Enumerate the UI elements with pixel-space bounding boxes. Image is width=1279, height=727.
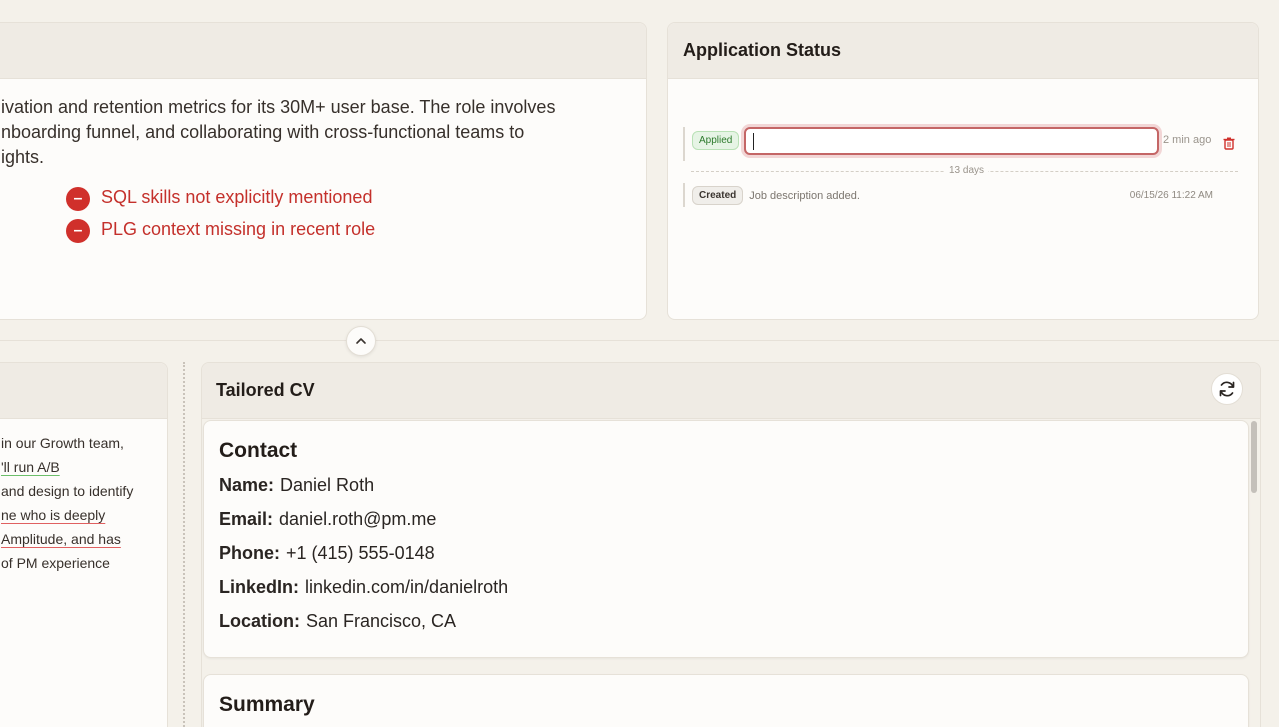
job-summary-line: ivation and retention metrics for its 30… (1, 97, 556, 117)
application-status-header: Application Status (668, 23, 1258, 79)
timeline-bar (683, 127, 685, 161)
field-value: San Francisco, CA (306, 611, 457, 631)
highlight-gap: ne who is deeply (1, 507, 106, 523)
created-timestamp: 06/15/26 11:22 AM (1129, 190, 1213, 201)
minus-circle-icon: – (66, 187, 90, 211)
description-line: in our Growth team, (1, 435, 124, 451)
concern-text: PLG context missing in recent role (101, 218, 376, 239)
highlight-gap: Amplitude, and has (1, 531, 121, 547)
job-summary-line: ights. (1, 147, 45, 167)
contact-name: Name: Daniel Roth (219, 475, 374, 496)
created-badge: Created (692, 186, 744, 205)
description-line: 'll run A/B (1, 455, 133, 479)
concern-text: SQL skills not explicitly mentioned (101, 186, 373, 207)
refresh-icon (1219, 381, 1235, 397)
cv-contact-section: Contact Name: Daniel Roth Email: daniel.ro… (203, 420, 1249, 658)
field-label: Name: (219, 475, 275, 495)
regenerate-button[interactable] (1211, 373, 1243, 405)
job-summary-line: nboarding funnel, and collaborating with… (1, 122, 525, 142)
field-value: +1 (415) 555-0148 (286, 543, 435, 563)
concern-item: – PLG context missing in recent role (66, 213, 375, 245)
field-label: Location: (219, 611, 300, 631)
job-description-text: in our Growth team, 'll run A/B and desi… (1, 431, 133, 575)
created-note: Job description added. (749, 189, 860, 202)
field-label: Phone: (219, 543, 280, 563)
highlight-match: 'll run A/B (1, 459, 60, 475)
status-note-input[interactable] (744, 127, 1159, 155)
trash-icon[interactable] (1223, 137, 1235, 150)
collapse-button[interactable] (346, 326, 376, 356)
text-caret (753, 133, 754, 150)
description-line: ne who is deeply (1, 503, 133, 527)
concerns-list: – SQL skills not explicitly mentioned – … (66, 181, 375, 245)
description-line: of PM experience (1, 555, 110, 571)
field-value: daniel.roth@pm.me (279, 509, 437, 529)
job-summary-text: ivation and retention metrics for its 30… (1, 95, 631, 170)
field-value: linkedin.com/in/danielroth (305, 577, 509, 597)
section-separator (0, 340, 1279, 341)
application-status-title: Application Status (683, 40, 842, 60)
description-line: Amplitude, and has (1, 527, 133, 551)
application-status-card: Application Status Applied 2 min ago 13 … (667, 22, 1259, 320)
contact-linkedin: LinkedIn: linkedin.com/in/danielroth (219, 577, 508, 598)
tailored-cv-card: Tailored CV Contact Name: Daniel Roth Ema… (201, 362, 1261, 727)
tailored-cv-header: Tailored CV (202, 363, 1260, 419)
field-value: Daniel Roth (280, 475, 375, 495)
minus-circle-icon: – (66, 219, 90, 243)
cv-summary-section: Summary (203, 674, 1249, 727)
concern-item: – SQL skills not explicitly mentioned (66, 181, 375, 213)
field-label: LinkedIn: (219, 577, 299, 597)
applied-time: 2 min ago (1163, 134, 1212, 146)
job-summary-card: ivation and retention metrics for its 30… (0, 22, 647, 320)
summary-heading: Summary (219, 693, 315, 716)
job-summary-header (0, 23, 646, 79)
contact-email: Email: daniel.roth@pm.me (219, 509, 436, 530)
contact-heading: Contact (219, 439, 298, 462)
contact-phone: Phone: +1 (415) 555-0148 (219, 543, 435, 564)
field-label: Email: (219, 509, 274, 529)
job-description-card: in our Growth team, 'll run A/B and desi… (0, 362, 168, 727)
timeline-entry-created: Created Job description added. 06/15/26 … (692, 186, 1238, 205)
timeline-bar (683, 183, 685, 207)
contact-location: Location: San Francisco, CA (219, 611, 456, 632)
cv-scrollbar[interactable] (1251, 421, 1257, 493)
description-line: and design to identify (1, 483, 134, 499)
tailored-cv-title: Tailored CV (216, 380, 315, 400)
chevron-up-icon (356, 338, 366, 344)
job-description-header (0, 363, 167, 419)
timeline-gap-label: 13 days (945, 165, 989, 176)
applied-badge: Applied (692, 131, 740, 150)
resize-divider[interactable] (183, 362, 185, 727)
